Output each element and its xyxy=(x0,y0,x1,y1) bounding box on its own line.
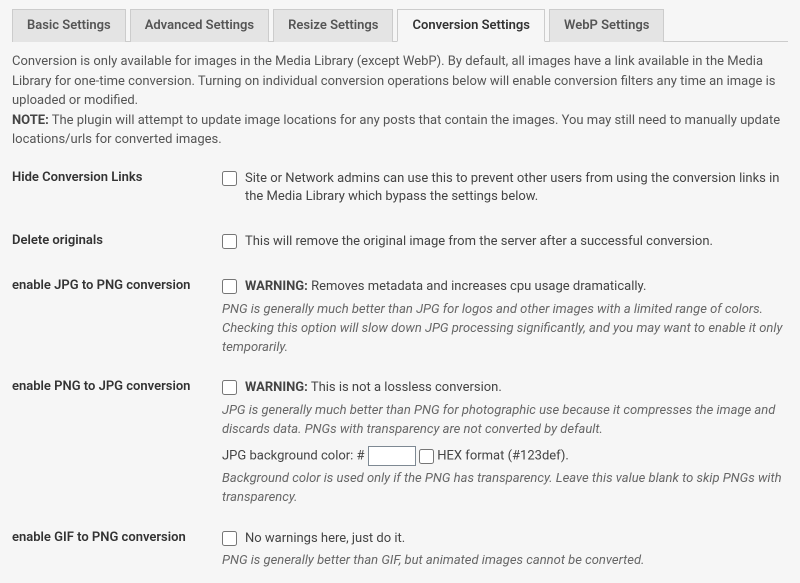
jpg-to-png-warn-text: Removes metadata and increases cpu usage… xyxy=(308,279,647,294)
jpg-bg-hex-label: HEX format (#123def). xyxy=(434,448,569,463)
intro-line1: Conversion is only available for images … xyxy=(12,54,776,108)
png-to-jpg-warning: WARNING: This is not a lossless conversi… xyxy=(245,379,502,398)
jpg-bg-color-input[interactable] xyxy=(368,446,416,466)
delete-originals-checkbox[interactable] xyxy=(222,234,237,249)
png-to-jpg-warn-label: WARNING: xyxy=(245,380,308,395)
jpg-bg-color-label: JPG background color: # xyxy=(222,448,365,463)
jpg-bg-hex-checkbox[interactable] xyxy=(419,449,434,464)
jpg-to-png-warn-label: WARNING: xyxy=(245,279,308,294)
intro-text: Conversion is only available for images … xyxy=(12,52,788,150)
tab-resize-settings[interactable]: Resize Settings xyxy=(273,9,393,42)
settings-tabs: Basic Settings Advanced Settings Resize … xyxy=(12,8,788,42)
gif-to-png-note: PNG is generally better than GIF, but an… xyxy=(222,552,788,571)
jpg-to-png-warning: WARNING: Removes metadata and increases … xyxy=(245,278,646,297)
gif-to-png-checkbox[interactable] xyxy=(222,531,237,546)
intro-note-label: NOTE: xyxy=(12,113,49,128)
tab-webp-settings[interactable]: WebP Settings xyxy=(549,9,664,42)
png-to-jpg-checkbox[interactable] xyxy=(222,380,237,395)
gif-to-png-label: enable GIF to PNG conversion xyxy=(12,530,222,545)
tab-conversion-settings[interactable]: Conversion Settings xyxy=(397,9,545,42)
tab-basic-settings[interactable]: Basic Settings xyxy=(12,9,126,42)
png-to-jpg-label: enable PNG to JPG conversion xyxy=(12,379,222,394)
delete-originals-desc: This will remove the original image from… xyxy=(245,233,713,252)
jpg-to-png-label: enable JPG to PNG conversion xyxy=(12,278,222,293)
hide-conversion-links-desc: Site or Network admins can use this to p… xyxy=(245,170,788,208)
hide-conversion-links-checkbox[interactable] xyxy=(222,171,237,186)
tab-advanced-settings[interactable]: Advanced Settings xyxy=(130,9,269,42)
delete-originals-label: Delete originals xyxy=(12,233,222,248)
hide-conversion-links-label: Hide Conversion Links xyxy=(12,170,222,185)
png-to-jpg-warn-text: This is not a lossless conversion. xyxy=(308,380,502,395)
intro-note-text: The plugin will attempt to update image … xyxy=(12,113,780,148)
jpg-to-png-note: PNG is generally much better than JPG fo… xyxy=(222,301,788,358)
gif-to-png-desc: No warnings here, just do it. xyxy=(245,530,405,549)
jpg-to-png-checkbox[interactable] xyxy=(222,279,237,294)
png-to-jpg-note: JPG is generally much better than PNG fo… xyxy=(222,402,788,440)
